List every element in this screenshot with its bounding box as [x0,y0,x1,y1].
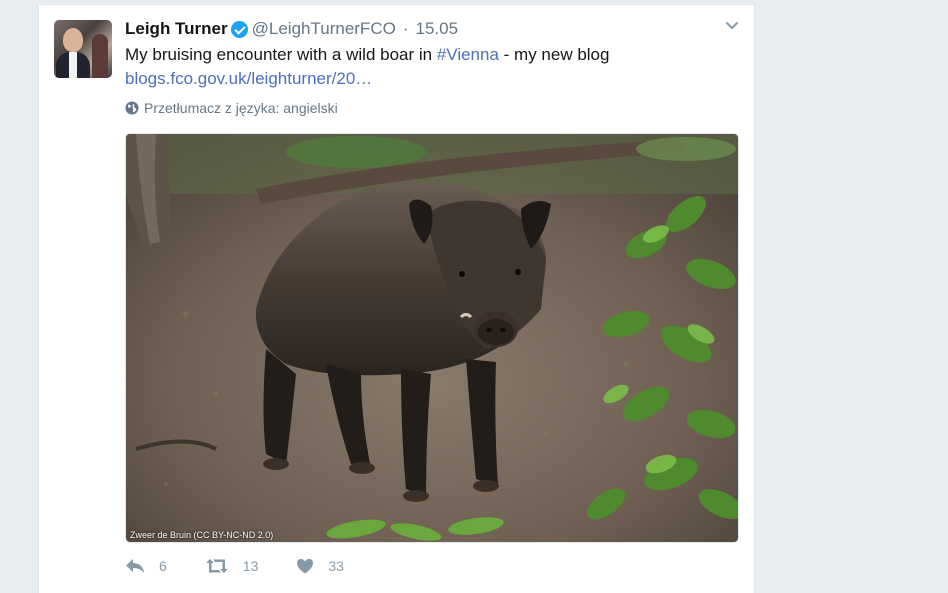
retweet-count: 13 [242,558,259,574]
wild-boar-photo [126,134,738,542]
retweet-icon [205,559,228,573]
tweet-actions: 6 13 33 [125,558,382,574]
avatar-background-figure [92,34,108,78]
translate-button[interactable]: Przetłumacz z języka: angielski [125,100,338,116]
tweet-card[interactable]: Leigh Turner @LeighTurnerFCO · 15.05 My … [38,4,755,593]
chevron-down-icon[interactable] [725,19,739,33]
retweet-button[interactable]: 13 [205,558,259,574]
author-handle[interactable]: @LeighTurnerFCO [252,19,396,39]
avatar-head [63,28,83,52]
blog-link[interactable]: blogs.fco.gov.uk/leighturner/20… [125,67,735,91]
right-gutter [755,0,948,593]
verified-badge-icon [230,20,248,38]
reply-button[interactable]: 6 [125,558,167,574]
like-count: 33 [328,558,344,574]
tweet-photo[interactable]: Zweer de Bruin (CC BY-NC-ND 2.0) [125,133,739,543]
reply-icon [126,559,144,573]
tweet-text-main: My bruising encounter with a wild boar i… [125,45,437,64]
left-gutter [0,0,38,593]
heart-icon [297,559,314,574]
author-name[interactable]: Leigh Turner [125,19,228,39]
hashtag-link[interactable]: #Vienna [437,45,499,64]
avatar[interactable] [54,20,112,78]
translate-label: Przetłumacz z języka: angielski [144,100,338,116]
photo-credit: Zweer de Bruin (CC BY-NC-ND 2.0) [130,530,274,540]
avatar-shirt [69,52,77,78]
globe-icon [125,101,139,115]
separator-dot: · [402,19,409,38]
tweet-header: Leigh Turner @LeighTurnerFCO · 15.05 [125,18,458,40]
tweet-text: My bruising encounter with a wild boar i… [125,43,735,91]
tweet-text-tail: - my new blog [498,45,610,64]
like-button[interactable]: 33 [296,558,344,574]
tweet-timestamp[interactable]: 15.05 [416,19,459,39]
reply-count: 6 [159,558,167,574]
